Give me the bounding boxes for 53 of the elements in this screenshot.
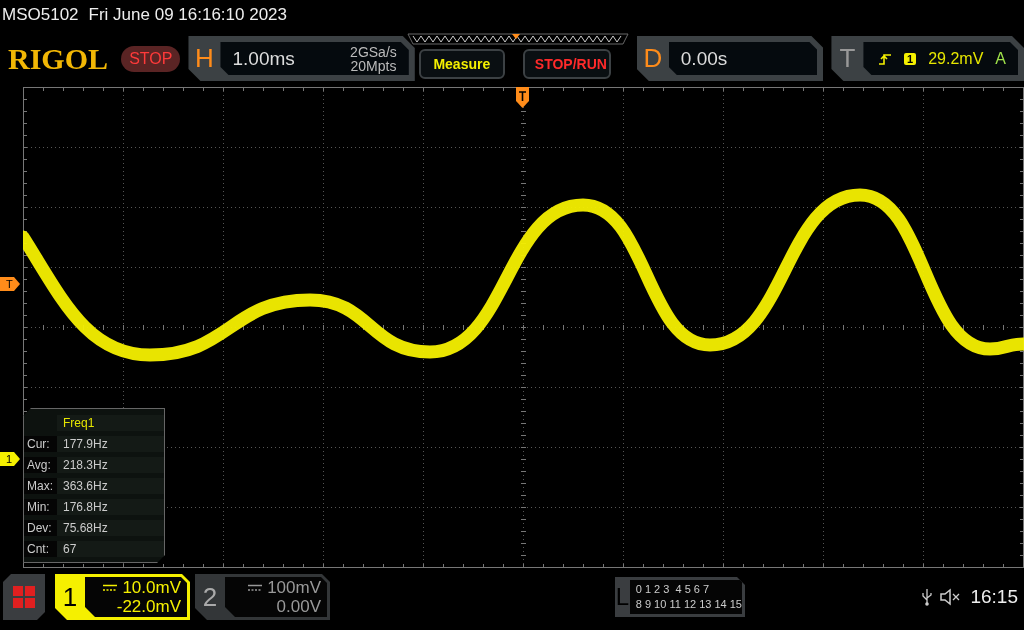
logic-label: L — [615, 582, 630, 612]
trigger-label: T — [838, 42, 857, 75]
statistic-value: 177.9Hz — [57, 436, 164, 452]
brand-logo: RIGOL — [8, 41, 110, 76]
statistic-label: Dev: — [24, 520, 57, 536]
measurement-title: Freq1 — [57, 415, 164, 431]
delay-panel[interactable]: D 0.00s — [636, 36, 824, 81]
trigger-mode: A — [995, 49, 1006, 68]
timebase-value: 1.00ms — [232, 47, 295, 70]
vertical-scale: 10.0mV — [122, 578, 181, 597]
menu-button[interactable] — [3, 574, 45, 620]
rising-edge-icon — [878, 51, 893, 66]
measure-button[interactable]: Measure — [418, 48, 505, 79]
date-time: Fri June 09 16:16:10 2023 — [88, 5, 288, 25]
delay-value: 0.00s — [680, 47, 728, 70]
channel-number: 1 — [61, 580, 79, 614]
vertical-offset: -22.0mV — [116, 597, 181, 616]
logic-channel-numbers: 0 1 2 3 4 5 6 7 — [635, 582, 711, 597]
memory-depth: 20Mpts — [350, 58, 397, 73]
statistic-label: Cnt: — [24, 541, 57, 557]
statistic-value: 176.8Hz — [57, 499, 164, 515]
delay-label: D — [642, 42, 664, 75]
model-name: MSO5102 — [2, 5, 79, 25]
trigger-level: 29.2mV — [928, 49, 984, 68]
statistic-value: 67 — [57, 541, 164, 557]
clock-time: 16:15 — [970, 586, 1018, 608]
statistic-value: 218.3Hz — [57, 457, 164, 473]
dc-coupling-icon — [248, 583, 263, 592]
statistic-value: 363.6Hz — [57, 478, 164, 494]
channel-button[interactable]: 1 10.0mV -22.0mV — [55, 574, 190, 620]
grid-squares-icon — [12, 585, 36, 609]
logic-channel-numbers: 8 9 10 11 12 13 14 15 — [635, 597, 742, 612]
statistic-value: 75.68Hz — [57, 520, 164, 536]
channel-button[interactable]: 2 100mV 0.00V — [195, 574, 330, 620]
statistic-label: Cur: — [24, 436, 57, 452]
statistic-label: Avg: — [24, 457, 57, 473]
channel-number: 2 — [201, 580, 219, 614]
horizontal-panel[interactable]: H 1.00ms 2GSa/s 20Mpts — [188, 36, 415, 81]
vertical-offset: 0.00V — [276, 597, 321, 616]
trigger-panel[interactable]: T 1 29.2mV A — [831, 36, 1024, 81]
horizontal-label: H — [194, 42, 215, 75]
vertical-scale: 100mV — [267, 578, 321, 597]
trigger-level-marker[interactable]: T — [0, 277, 20, 291]
trigger-source-badge: 1 — [904, 52, 917, 65]
run-state-indicator: STOP — [121, 45, 181, 72]
dc-coupling-icon — [103, 583, 118, 592]
sample-rate: 2GSa/s — [350, 44, 397, 59]
stop-run-button[interactable]: STOP/RUN — [522, 48, 611, 79]
statistic-label: Max: — [24, 478, 57, 494]
usb-icon — [922, 588, 933, 606]
channel-offset-marker[interactable]: 1 — [0, 452, 20, 466]
trigger-position-icon — [516, 87, 529, 109]
statistic-label: Min: — [24, 499, 57, 515]
